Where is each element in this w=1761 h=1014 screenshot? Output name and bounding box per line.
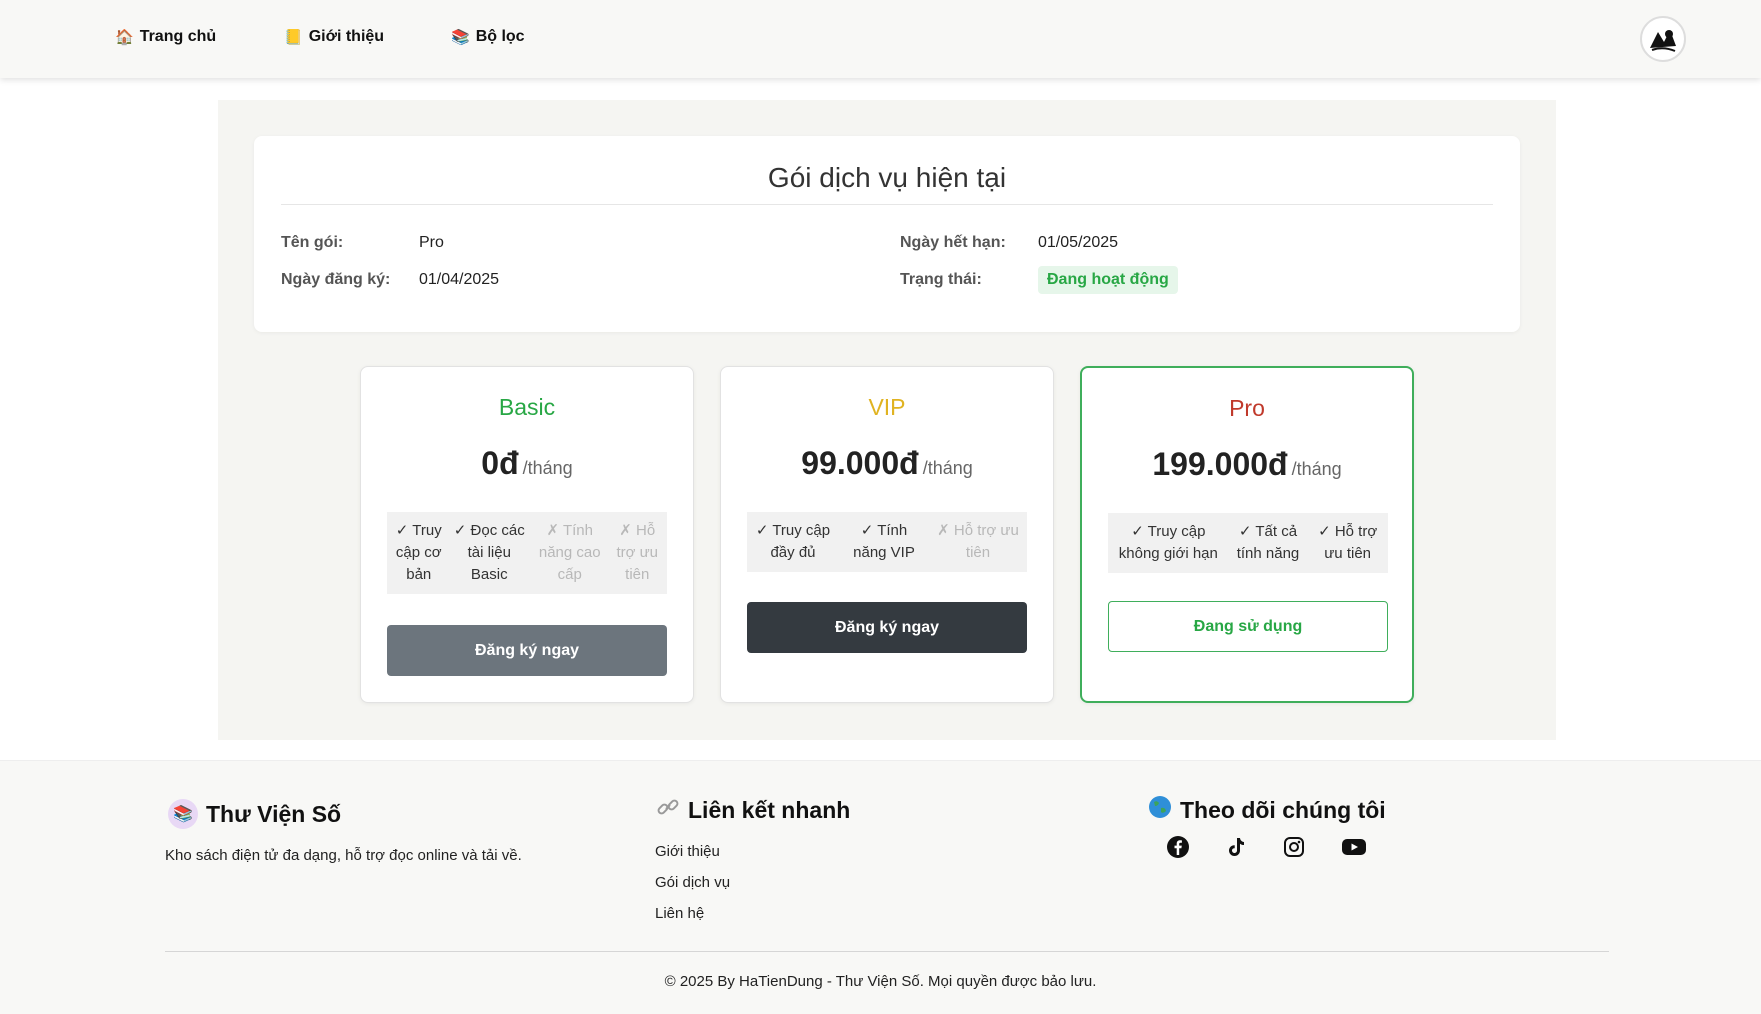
price-period: /tháng bbox=[522, 458, 573, 478]
footer-divider bbox=[165, 951, 1609, 952]
feature-item: ✗ Hỗ trợ ưu tiên bbox=[937, 522, 1019, 561]
globe-icon bbox=[1148, 795, 1172, 825]
feature-item: ✓ Đọc các tài liệu Basic bbox=[453, 522, 525, 583]
notebook-icon: 📒 bbox=[284, 28, 303, 46]
current-plan-button[interactable]: Đang sử dụng bbox=[1108, 601, 1388, 652]
nav-about[interactable]: 📒 Giới thiệu bbox=[284, 28, 384, 46]
quick-links-heading: Liên kết nhanh bbox=[656, 795, 850, 825]
status-badge: Đang hoạt động bbox=[1038, 266, 1178, 294]
feature-item: ✗ Hỗ trợ ưu tiên bbox=[616, 522, 659, 583]
footer-link-plans[interactable]: Gói dịch vụ bbox=[655, 874, 730, 891]
link-icon bbox=[656, 795, 680, 825]
current-plan-card: Gói dịch vụ hiện tại Tên gói: Pro Ngày đ… bbox=[254, 136, 1520, 332]
plan-name-value: Pro bbox=[419, 234, 444, 251]
footer-brand-name: Thư Viện Số bbox=[206, 800, 342, 827]
plan-name: Pro bbox=[1229, 395, 1265, 421]
follow-title: Theo dõi chúng tôi bbox=[1180, 796, 1386, 823]
footer: 📚 Thư Viện Số Kho sách điện tử đa dạng, … bbox=[0, 760, 1761, 1014]
plan-price: 99.000đ/tháng bbox=[721, 445, 1053, 482]
follow-heading: Theo dõi chúng tôi bbox=[1148, 795, 1386, 825]
divider bbox=[281, 204, 1493, 205]
plan-name-label: Tên gói: bbox=[281, 234, 344, 251]
exp-date-value: 01/05/2025 bbox=[1038, 234, 1119, 251]
feature-list: ✓ Truy cập cơ bản ✓ Đọc các tài liệu Bas… bbox=[387, 512, 667, 594]
youtube-icon[interactable] bbox=[1340, 833, 1368, 861]
plan-price: 199.000đ/tháng bbox=[1082, 446, 1412, 483]
feature-item: ✓ Truy cập không giới hạn bbox=[1118, 523, 1218, 562]
status-label: Trạng thái: bbox=[900, 271, 982, 288]
plan-card-vip: VIP 99.000đ/tháng ✓ Truy cập đầy đủ ✓ Tí… bbox=[720, 366, 1054, 703]
nav-about-label: Giới thiệu bbox=[308, 28, 385, 45]
subscribe-basic-button[interactable]: Đăng ký ngay bbox=[387, 625, 667, 676]
current-plan-title: Gói dịch vụ hiện tại bbox=[767, 162, 1007, 193]
price-period: /tháng bbox=[1291, 459, 1342, 479]
feature-item: ✓ Hỗ trợ ưu tiên bbox=[1318, 523, 1378, 562]
feature-list: ✓ Truy cập đầy đủ ✓ Tính năng VIP ✗ Hỗ t… bbox=[747, 512, 1027, 572]
plan-price: 0đ/tháng bbox=[361, 445, 693, 482]
price-amount: 199.000đ bbox=[1152, 446, 1288, 482]
library-icon: 📚 bbox=[168, 799, 198, 829]
instagram-icon[interactable] bbox=[1280, 833, 1308, 861]
tiktok-icon[interactable] bbox=[1222, 833, 1250, 861]
subscribe-vip-button[interactable]: Đăng ký ngay bbox=[747, 602, 1027, 653]
plan-card-basic: Basic 0đ/tháng ✓ Truy cập cơ bản ✓ Đọc c… bbox=[360, 366, 694, 703]
footer-description: Kho sách điện tử đa dạng, hỗ trợ đọc onl… bbox=[165, 847, 522, 864]
footer-link-contact[interactable]: Liên hệ bbox=[655, 905, 704, 922]
copyright: © 2025 By HaTienDung - Thư Viện Số. Mọi … bbox=[664, 973, 1097, 990]
footer-brand: 📚 Thư Viện Số bbox=[168, 799, 341, 829]
feature-item: ✓ Tính năng VIP bbox=[853, 522, 915, 561]
plan-card-pro: Pro 199.000đ/tháng ✓ Truy cập không giới… bbox=[1080, 366, 1414, 703]
plan-name: VIP bbox=[868, 394, 906, 420]
nav-home-label: Trang chủ bbox=[139, 28, 217, 45]
house-icon: 🏠 bbox=[115, 28, 134, 46]
feature-item: ✓ Truy cập đầy đủ bbox=[755, 522, 831, 561]
footer-link-about[interactable]: Giới thiệu bbox=[655, 843, 720, 860]
feature-item: ✗ Tính năng cao cấp bbox=[538, 522, 601, 583]
quick-links-title: Liên kết nhanh bbox=[688, 796, 851, 823]
feature-item: ✓ Truy cập cơ bản bbox=[395, 522, 442, 583]
main-panel: Gói dịch vụ hiện tại Tên gói: Pro Ngày đ… bbox=[218, 100, 1556, 740]
nav-filter[interactable]: 📚 Bộ lọc bbox=[451, 28, 525, 46]
avatar[interactable] bbox=[1640, 16, 1686, 62]
facebook-icon[interactable] bbox=[1164, 833, 1192, 861]
price-amount: 99.000đ bbox=[801, 445, 919, 481]
price-period: /tháng bbox=[922, 458, 973, 478]
books-icon: 📚 bbox=[451, 28, 470, 46]
plan-name: Basic bbox=[498, 394, 556, 420]
reg-date-label: Ngày đăng ký: bbox=[281, 271, 391, 288]
feature-item: ✓ Tất cả tính năng bbox=[1236, 523, 1300, 562]
feature-list: ✓ Truy cập không giới hạn ✓ Tất cả tính … bbox=[1108, 513, 1388, 573]
top-navbar: 🏠 Trang chủ 📒 Giới thiệu 📚 Bộ lọc bbox=[0, 0, 1761, 78]
price-amount: 0đ bbox=[481, 445, 519, 481]
nav-home[interactable]: 🏠 Trang chủ bbox=[115, 28, 216, 46]
reg-date-value: 01/04/2025 bbox=[419, 271, 500, 288]
exp-date-label: Ngày hết hạn: bbox=[900, 234, 1006, 251]
nav-filter-label: Bộ lọc bbox=[475, 28, 525, 45]
